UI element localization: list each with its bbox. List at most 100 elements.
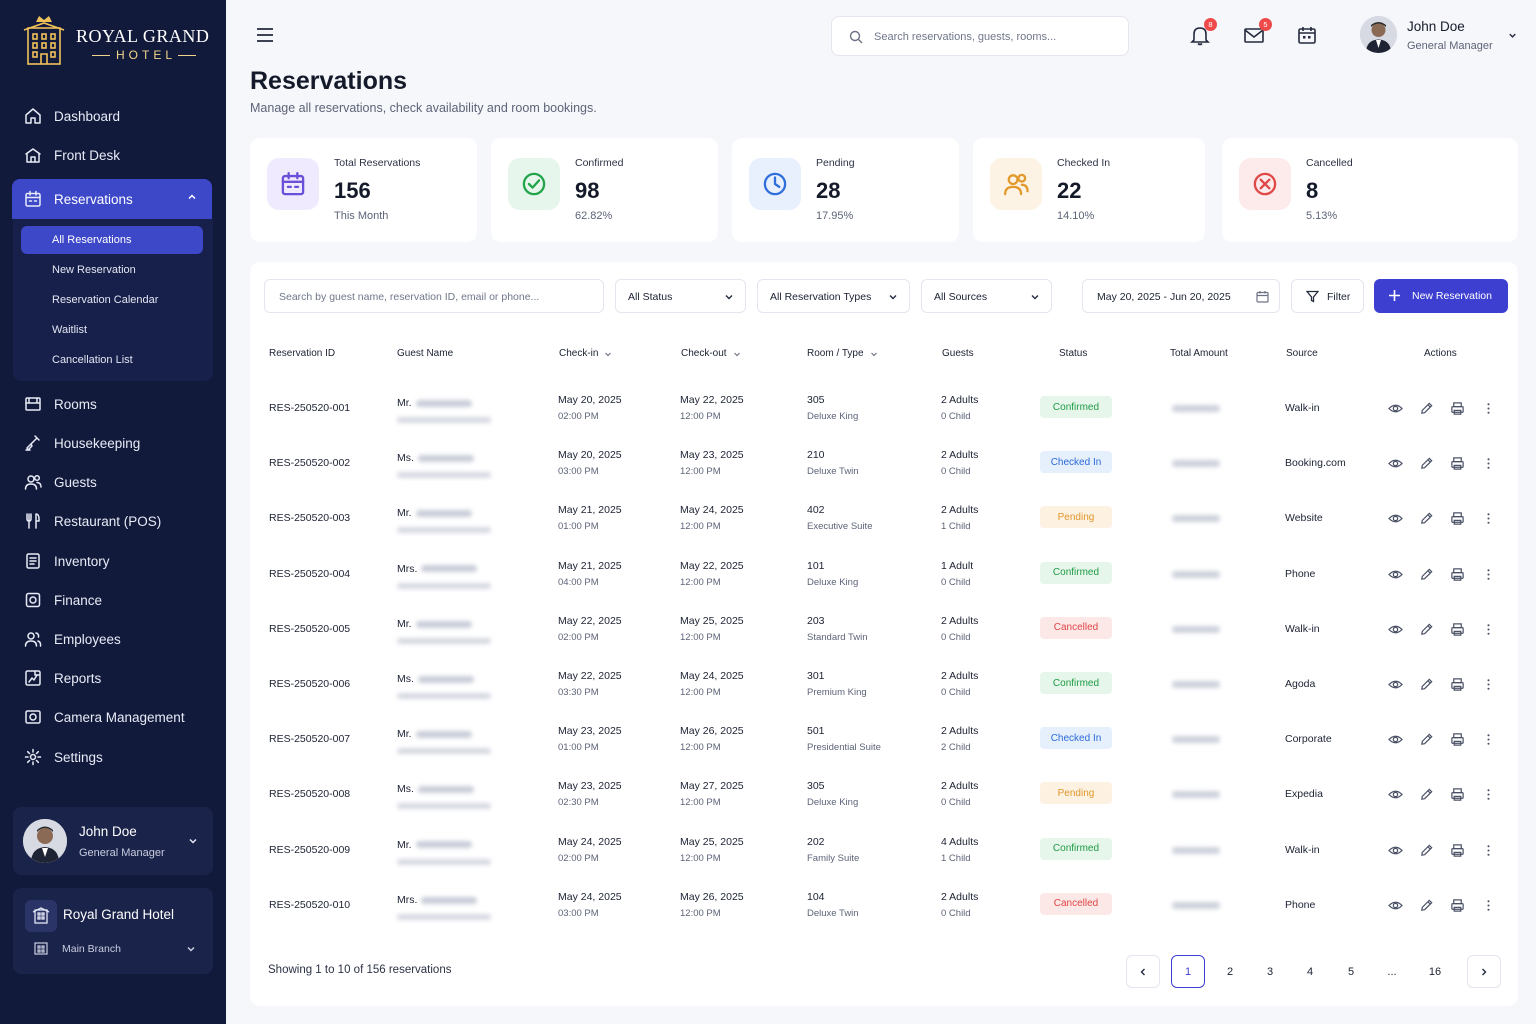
prev-page-button[interactable] (1126, 955, 1160, 988)
eye-icon[interactable] (1388, 511, 1403, 526)
edit-icon[interactable] (1419, 622, 1434, 637)
global-search-input[interactable] (874, 27, 1114, 47)
sidebar-item-finance[interactable]: Finance (12, 581, 212, 619)
eye-icon[interactable] (1388, 677, 1403, 692)
calendar-icon[interactable] (1296, 24, 1318, 46)
edit-icon[interactable] (1419, 677, 1434, 692)
more-icon[interactable] (1481, 456, 1496, 471)
sidebar-item-inventory[interactable]: Inventory (12, 542, 212, 580)
more-icon[interactable] (1481, 567, 1496, 582)
source-filter-dropdown[interactable]: All Sources (921, 279, 1052, 313)
sidebar-item-dashboard[interactable]: Dashboard (12, 97, 212, 135)
print-icon[interactable] (1450, 677, 1465, 692)
chevron-down-icon[interactable] (187, 835, 199, 847)
reservation-id[interactable]: RES-250520-005 (269, 623, 350, 635)
print-icon[interactable] (1450, 732, 1465, 747)
menu-icon[interactable] (256, 27, 274, 43)
sidebar-item-reservations[interactable]: Reservations (12, 179, 212, 219)
table-row[interactable]: RES-250520-005 Mr. May 22, 2025 02:00 PM May… (250, 601, 1518, 656)
more-icon[interactable] (1481, 511, 1496, 526)
edit-icon[interactable] (1419, 567, 1434, 582)
more-icon[interactable] (1481, 622, 1496, 637)
edit-icon[interactable] (1419, 787, 1434, 802)
reservation-id[interactable]: RES-250520-001 (269, 402, 350, 414)
edit-icon[interactable] (1419, 401, 1434, 416)
table-row[interactable]: RES-250520-002 Ms. May 20, 2025 03:00 PM May… (250, 435, 1518, 490)
sidebar-item-employees[interactable]: Employees (12, 620, 212, 658)
edit-icon[interactable] (1419, 898, 1434, 913)
table-row[interactable]: RES-250520-001 Mr. May 20, 2025 02:00 PM May… (250, 380, 1518, 435)
column-header-check-out[interactable]: Check-out (681, 348, 741, 359)
edit-icon[interactable] (1419, 511, 1434, 526)
print-icon[interactable] (1450, 898, 1465, 913)
status-filter-dropdown[interactable]: All Status (615, 279, 746, 313)
reservation-id[interactable]: RES-250520-002 (269, 457, 350, 469)
chevron-down-icon[interactable] (1507, 30, 1518, 41)
print-icon[interactable] (1450, 787, 1465, 802)
reservation-id[interactable]: RES-250520-009 (269, 844, 350, 856)
column-header-check-in[interactable]: Check-in (559, 348, 612, 359)
chevron-down-icon[interactable] (185, 943, 197, 955)
edit-icon[interactable] (1419, 843, 1434, 858)
table-row[interactable]: RES-250520-008 Ms. May 23, 2025 02:30 PM May… (250, 766, 1518, 821)
filter-button[interactable]: Filter (1291, 279, 1364, 313)
global-search[interactable] (831, 16, 1129, 56)
table-row[interactable]: RES-250520-010 Mrs. May 24, 2025 03:00 PM Ma… (250, 877, 1518, 932)
hotel-selector[interactable]: Royal Grand Hotel Main Branch (13, 888, 213, 974)
print-icon[interactable] (1450, 622, 1465, 637)
brand-logo[interactable]: ROYAL GRAND HOTEL (20, 12, 210, 68)
eye-icon[interactable] (1388, 732, 1403, 747)
eye-icon[interactable] (1388, 401, 1403, 416)
submenu-item-all-reservations[interactable]: All Reservations (21, 226, 203, 254)
reservation-id[interactable]: RES-250520-006 (269, 678, 350, 690)
more-icon[interactable] (1481, 732, 1496, 747)
eye-icon[interactable] (1388, 787, 1403, 802)
sidebar-item-rooms[interactable]: Rooms (12, 385, 212, 423)
page-button-4[interactable]: 4 (1293, 955, 1327, 988)
next-page-button[interactable] (1467, 955, 1501, 988)
eye-icon[interactable] (1388, 567, 1403, 582)
submenu-item-new-reservation[interactable]: New Reservation (21, 256, 203, 284)
type-filter-dropdown[interactable]: All Reservation Types (757, 279, 910, 313)
edit-icon[interactable] (1419, 732, 1434, 747)
submenu-item-reservation-calendar[interactable]: Reservation Calendar (21, 286, 203, 314)
table-search[interactable] (264, 279, 604, 313)
sidebar-item-restaurant-pos[interactable]: Restaurant (POS) (12, 502, 212, 540)
reservation-id[interactable]: RES-250520-003 (269, 512, 350, 524)
more-icon[interactable] (1481, 677, 1496, 692)
sidebar-item-camera-management[interactable]: Camera Management (12, 698, 212, 736)
reservation-id[interactable]: RES-250520-004 (269, 568, 350, 580)
reservation-id[interactable]: RES-250520-007 (269, 733, 350, 745)
submenu-item-waitlist[interactable]: Waitlist (21, 316, 203, 344)
table-row[interactable]: RES-250520-003 Mr. May 21, 2025 01:00 PM May… (250, 490, 1518, 545)
table-row[interactable]: RES-250520-009 Mr. May 24, 2025 02:00 PM May… (250, 822, 1518, 877)
page-button-5[interactable]: 5 (1334, 955, 1368, 988)
print-icon[interactable] (1450, 456, 1465, 471)
page-button-2[interactable]: 2 (1213, 955, 1247, 988)
table-row[interactable]: RES-250520-006 Ms. May 22, 2025 03:30 PM May… (250, 656, 1518, 711)
edit-icon[interactable] (1419, 456, 1434, 471)
more-icon[interactable] (1481, 898, 1496, 913)
page-button-3[interactable]: 3 (1253, 955, 1287, 988)
eye-icon[interactable] (1388, 898, 1403, 913)
more-icon[interactable] (1481, 787, 1496, 802)
reservation-id[interactable]: RES-250520-010 (269, 899, 350, 911)
page-button-1[interactable]: 1 (1171, 955, 1205, 988)
reservation-id[interactable]: RES-250520-008 (269, 788, 350, 800)
submenu-item-cancellation-list[interactable]: Cancellation List (21, 346, 203, 374)
sidebar-item-housekeeping[interactable]: Housekeeping (12, 424, 212, 462)
eye-icon[interactable] (1388, 843, 1403, 858)
table-search-input[interactable] (279, 288, 595, 306)
sidebar-item-settings[interactable]: Settings (12, 738, 212, 776)
page-button-16[interactable]: 16 (1418, 955, 1452, 988)
sidebar-item-reports[interactable]: Reports (12, 659, 212, 697)
eye-icon[interactable] (1388, 456, 1403, 471)
print-icon[interactable] (1450, 567, 1465, 582)
table-row[interactable]: RES-250520-004 Mrs. May 21, 2025 04:00 PM Ma… (250, 546, 1518, 601)
table-row[interactable]: RES-250520-007 Mr. May 23, 2025 01:00 PM May… (250, 711, 1518, 766)
print-icon[interactable] (1450, 843, 1465, 858)
more-icon[interactable] (1481, 401, 1496, 416)
eye-icon[interactable] (1388, 622, 1403, 637)
sidebar-profile[interactable]: John Doe General Manager (13, 807, 213, 875)
sidebar-item-guests[interactable]: Guests (12, 463, 212, 501)
